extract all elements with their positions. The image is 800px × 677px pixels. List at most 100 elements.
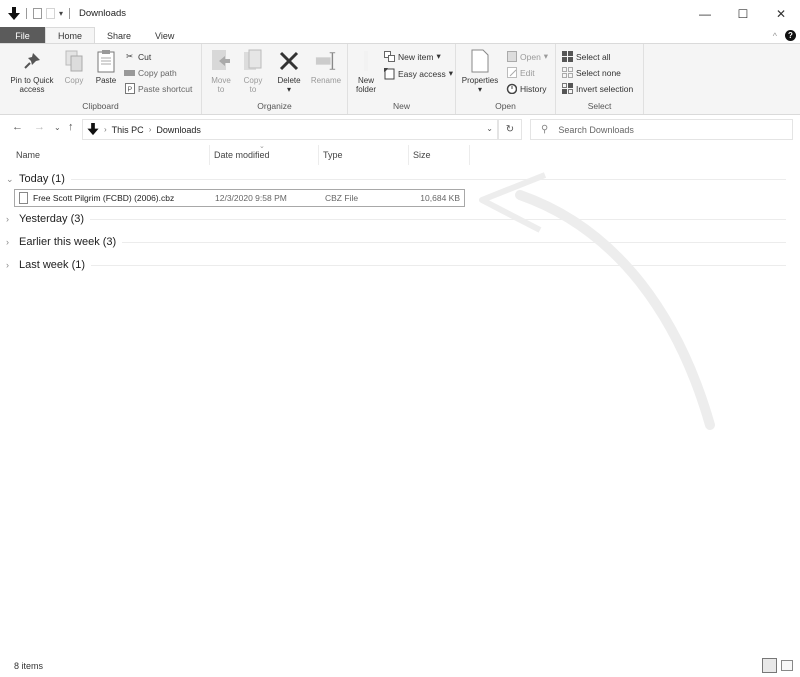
properties-button[interactable]: Properties ▾ [460,49,500,94]
paste-shortcut-button[interactable]: P Paste shortcut [124,83,192,94]
move-to-button[interactable]: Move to [208,49,234,94]
column-divider[interactable] [209,145,210,165]
easy-access-button[interactable]: Easy access ▾ [384,67,453,79]
collapse-ribbon-icon[interactable]: ^ [773,31,777,41]
group-divider [122,241,786,243]
select-none-label: Select none [576,67,621,78]
file-date-modified: 12/3/2020 9:58 PM [215,193,287,203]
customize-toolbar-icon[interactable]: ▾ [59,9,63,18]
recent-locations-chevron-icon[interactable]: ⌄ [54,123,61,132]
copy-label: Copy [64,76,84,85]
organize-group: Move to Copy to Delete ▾ Rename Organize [202,44,348,114]
column-header-name[interactable]: Name [16,150,40,160]
file-type: CBZ File [325,193,359,203]
delete-label: Delete [277,76,301,85]
ribbon-right-controls: ^ ? [773,27,796,44]
window-title: Downloads [79,8,127,19]
large-icons-view-icon[interactable] [781,660,793,671]
column-header-size[interactable]: Size [413,150,431,160]
move-to-label: Move to [211,76,231,94]
pin-to-quick-access-button[interactable]: Pin to Quick access [6,49,58,94]
tab-view[interactable]: View [143,27,186,44]
copy-to-button[interactable]: Copy to [240,49,266,94]
breadcrumb-this-pc[interactable]: This PC [112,125,144,135]
rename-button[interactable]: Rename [308,49,344,85]
status-bar: 8 items [0,655,800,677]
maximize-button[interactable]: ☐ [724,0,762,27]
address-dropdown-chevron-icon[interactable]: ⌄ [486,124,493,133]
invert-selection-label: Invert selection [576,83,634,94]
breadcrumb-downloads[interactable]: Downloads [156,125,201,135]
rename-icon [315,49,337,73]
history-icon [506,83,517,94]
group-divider [90,218,786,220]
refresh-icon: ↻ [505,124,515,135]
column-divider[interactable] [469,145,470,165]
address-bar[interactable]: › This PC › Downloads ⌄ [82,119,498,140]
collapsed-chevron-icon[interactable]: › [6,237,18,247]
new-folder-icon [355,49,377,73]
select-none-button[interactable]: Select none [562,67,621,78]
delete-button[interactable]: Delete ▾ [274,49,304,94]
open-button[interactable]: Open ▾ [506,51,548,62]
edit-button[interactable]: Edit [506,67,535,78]
search-input[interactable]: Search Downloads [558,125,634,135]
copy-path-button[interactable]: Copy path [124,67,177,78]
refresh-button[interactable]: ↻ [498,119,522,140]
properties-icon[interactable] [33,8,42,19]
breadcrumb-separator-icon[interactable]: › [149,125,152,134]
history-button[interactable]: History [506,83,546,94]
group-title: Today (1) [19,173,65,185]
expanded-chevron-icon[interactable]: ⌄ [6,174,18,185]
cut-button[interactable]: ✂ Cut [124,51,151,62]
new-item-button[interactable]: New item ▾ [384,51,441,62]
breadcrumb-separator-icon[interactable]: › [104,125,107,134]
ribbon-tabs: File Home Share View ^ ? [0,27,800,44]
navigation-bar: ← → ⌄ ↑ › This PC › Downloads ⌄ ↻ ⚲ Sear… [0,117,800,141]
paste-icon [95,49,117,73]
new-item-dropdown-icon[interactable]: ▾ [436,51,440,62]
svg-text:P: P [127,87,132,94]
edit-icon [506,67,517,78]
column-header-type[interactable]: Type [323,150,343,160]
new-group-label: New [392,101,410,111]
open-group-label: Open [495,101,516,111]
new-folder-button[interactable]: New folder [352,49,380,94]
open-dropdown-icon[interactable]: ▾ [544,51,548,62]
close-button[interactable]: ✕ [762,0,800,27]
copy-to-label: Copy to [243,76,263,94]
easy-access-dropdown-icon[interactable]: ▾ [449,68,453,79]
open-icon [506,51,517,62]
column-divider[interactable] [408,145,409,165]
forward-arrow-icon[interactable]: → [34,121,45,133]
paste-button[interactable]: Paste [92,49,120,85]
group-header-yesterday[interactable]: › Yesterday (3) [0,210,800,228]
back-arrow-icon[interactable]: ← [12,121,23,133]
copy-path-icon [124,67,135,78]
select-all-button[interactable]: Select all [562,51,611,62]
tab-share[interactable]: Share [95,27,143,44]
invert-selection-button[interactable]: Invert selection [562,83,633,94]
group-header-earlier-this-week[interactable]: › Earlier this week (3) [0,233,800,251]
up-arrow-icon[interactable]: ↑ [68,121,74,133]
column-divider[interactable] [318,145,319,165]
properties-dropdown-icon[interactable]: ▾ [478,85,482,94]
group-header-today[interactable]: ⌄ Today (1) [0,170,800,188]
tab-home[interactable]: Home [45,27,96,44]
group-header-last-week[interactable]: › Last week (1) [0,256,800,274]
select-group: Select all Select none Invert selection … [556,44,644,114]
new-folder-icon[interactable] [46,8,55,19]
collapsed-chevron-icon[interactable]: › [6,260,18,270]
search-box[interactable]: ⚲ Search Downloads [530,119,793,140]
select-group-label: Select [587,101,612,111]
collapsed-chevron-icon[interactable]: › [6,214,18,224]
column-header-date-modified[interactable]: Date modified [214,150,270,160]
new-group: New folder New item ▾ Easy access ▾ New [348,44,456,114]
minimize-button[interactable]: — [686,0,724,27]
copy-button[interactable]: Copy [60,49,88,85]
delete-dropdown-icon[interactable]: ▾ [287,85,291,94]
tab-file[interactable]: File [0,27,45,44]
file-row[interactable]: Free Scott Pilgrim (FCBD) (2006).cbz 12/… [14,189,465,207]
details-view-icon[interactable] [762,658,777,673]
help-icon[interactable]: ? [785,30,796,41]
